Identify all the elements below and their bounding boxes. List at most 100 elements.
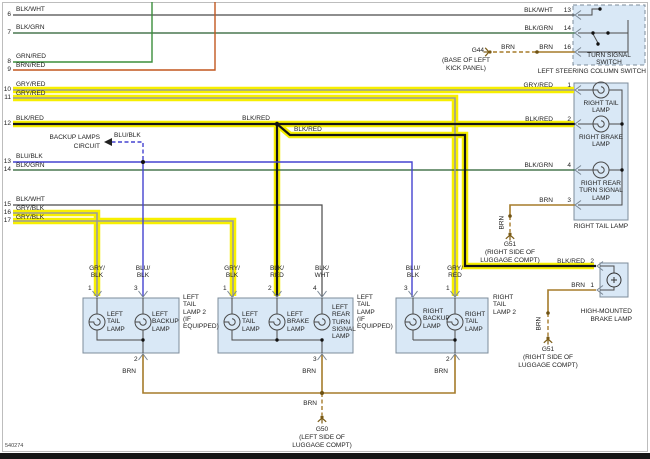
wire-12-number: 12 <box>3 120 11 127</box>
wire-17-number: 17 <box>3 217 11 224</box>
ltl2-pin3-label: BLU/ BLK <box>135 265 151 280</box>
ltl-bulb2-label: LEFT BRAKE LAMP <box>287 311 310 333</box>
rtl2-pin1-label: GRY/ RED <box>447 265 463 280</box>
wire-14-label: BLK/GRN <box>16 162 45 169</box>
rtl-bulb1-label: RIGHT TAIL LAMP <box>583 100 619 115</box>
backup-circuit-arrow-icon <box>104 138 112 146</box>
rtl2-bulb1-label: RIGHT BACKUP LAMP <box>423 308 450 330</box>
rtl-bulb2-label: RIGHT BRAKE LAMP <box>579 134 623 149</box>
wire-8-number: 8 <box>7 58 11 65</box>
g44-name: G44 <box>471 47 484 54</box>
g50-location-line2: LUGGAGE COMPT) <box>292 442 352 449</box>
g51-lower-wire-label: BRN <box>535 316 543 331</box>
diagram-number: 540274 <box>5 443 24 449</box>
rtl-pin2-number: 2 <box>567 116 571 123</box>
wire-16-label: GRY/BLK <box>16 205 45 212</box>
wire-13-label: BLU/BLK <box>16 153 43 160</box>
wire-12-label: BLK/RED <box>16 115 44 122</box>
rtl-pin4-label: BLK/GRN <box>524 162 553 169</box>
wire-9-number: 9 <box>7 66 11 73</box>
tss-pin16-label: BRN <box>539 44 553 51</box>
wire-15-label: BLK/WHT <box>16 196 45 203</box>
tss-subtitle: LEFT STEERING COLUMN SWITCH <box>537 68 646 75</box>
ltl2-pin1-label: GRY/ BLK <box>89 265 105 280</box>
rtl-pin1-label: GRY/RED <box>523 82 554 89</box>
tss-pin14-label: BLK/GRN <box>524 25 553 32</box>
backup-lamps-note-line1: BACKUP LAMPS <box>49 134 100 141</box>
rtl2-bulb2-label: RIGHT TAIL LAMP <box>465 311 486 333</box>
g51-lower-ground-icon <box>543 335 553 346</box>
wire-14-number: 14 <box>3 166 11 173</box>
rtl-pin2-label: BLK/RED <box>525 116 553 123</box>
wire-11-number: 11 <box>4 94 11 101</box>
rtl2-pin1-number: 1 <box>446 285 450 292</box>
ltl2-pin1-number: 1 <box>88 285 92 292</box>
hmbl-name-line2: BRAKE LAMP <box>590 316 632 323</box>
ltl2-bottom-wire-label: BRN <box>122 368 136 375</box>
wire-9-label: BRN/RED <box>16 62 46 69</box>
blk-red-branch-label: BLK/RED <box>294 126 322 133</box>
g50-location-line1: (LEFT SIDE OF <box>299 434 345 441</box>
wire-11-label: GRY/RED <box>16 90 46 97</box>
ltl-name: LEFT TAIL LAMP (IF EQUIPPED) <box>357 294 393 331</box>
wiring-diagram: BLK/WHT 6 BLK/GRN 7 GRN/RED 8 BRN/RED 9 … <box>0 0 650 459</box>
g51-lower-location-line2: LUGGAGE COMPT) <box>518 362 578 369</box>
wire-17-label: GRY/BLK <box>16 214 45 221</box>
rtl-bulb3-label: RIGHT REAR TURN SIGNAL LAMP <box>579 180 623 202</box>
g44-ground-icon <box>482 47 493 57</box>
ltl-pin1-label: GRY/ BLK <box>224 265 240 280</box>
ltl2-pin3-number: 3 <box>134 285 138 292</box>
tss-pin13-label: BLK/WHT <box>524 7 553 14</box>
wire-13-number: 13 <box>3 158 11 165</box>
wire-6-label: BLK/WHT <box>16 6 45 13</box>
g44-location-line1: (BASE OF LEFT <box>441 57 491 64</box>
hmbl-pin2-label: BLK/RED <box>557 258 585 265</box>
tss-pin14-number: 14 <box>563 25 571 32</box>
g51-lower-name: G51 <box>541 346 555 353</box>
ltl-pin2-label: BLK/ RED <box>269 265 285 280</box>
ltl2-bulb1-label: LEFT TAIL LAMP <box>107 311 125 333</box>
rtl-pin1-number: 1 <box>567 82 571 89</box>
ltl2-bulb2-label: LEFT BACKUP LAMP <box>152 311 179 333</box>
wire-15-number: 15 <box>3 201 11 208</box>
tss-title-line2: SWITCH <box>596 59 622 66</box>
tss-pin13-number: 13 <box>563 7 571 14</box>
g44-wire-label: BRN <box>501 44 515 51</box>
tss-pin16-number: 16 <box>563 44 571 51</box>
ltl-bottom-pin-number: 3 <box>313 356 317 363</box>
rtl2-pin3-label: BLU/ BLK <box>405 265 421 280</box>
rtl2-bottom-pin-number: 2 <box>446 356 450 363</box>
ltl-bulb3-label: LEFT REAR TURN SIGNAL LAMP <box>332 304 356 341</box>
rtl2-bottom-wire-label: BRN <box>434 368 448 375</box>
ltl-bottom-wire-label: BRN <box>302 368 316 375</box>
hmbl-pin1-label: BRN <box>571 282 585 289</box>
ltl-pin4-label: BLK/ WHT <box>314 265 330 280</box>
ltl2-name: LEFT TAIL LAMP 2 (IF EQUIPPED) <box>183 294 219 331</box>
ltl2-bottom-pin-number: 2 <box>134 356 138 363</box>
rtl-pin4-number: 4 <box>567 162 571 169</box>
blk-red-junction-label: BLK/RED <box>242 115 270 122</box>
g51-upper-location-line1: (RIGHT SIDE OF <box>484 249 536 256</box>
g51-upper-ground-icon <box>505 231 515 242</box>
ltl-pin1-number: 1 <box>223 285 227 292</box>
wire-10-label: GRY/RED <box>16 81 46 88</box>
wire-10-number: 10 <box>3 86 11 93</box>
ltl-bulb1-label: LEFT TAIL LAMP <box>242 311 260 333</box>
g50-name: G50 <box>315 426 329 433</box>
g44-location-line2: KICK PANEL) <box>446 65 486 72</box>
wire-7-label: BLK/GRN <box>16 24 45 31</box>
ltl-pin2-number: 2 <box>268 285 272 292</box>
g50-ground-icon <box>317 414 327 425</box>
g51-upper-name: G51 <box>503 241 517 248</box>
hmbl-pin1-number: 1 <box>590 282 594 289</box>
hmbl-name-line1: HIGH-MOUNTED <box>580 308 632 315</box>
g51-lower-location-line1: (RIGHT SIDE OF <box>522 354 574 361</box>
backup-lamps-note-line2: CIRCUIT <box>73 143 100 150</box>
g51-upper-wire-label: BRN <box>498 215 506 230</box>
rtl-name: RIGHT TAIL LAMP <box>573 223 629 230</box>
wire-6-number: 6 <box>7 11 11 18</box>
rtl2-name: RIGHT TAIL LAMP 2 <box>493 294 517 316</box>
wire-7-number: 7 <box>7 29 11 36</box>
wire-8-label: GRN/RED <box>16 53 46 60</box>
rtl-pin3-label: BRN <box>539 197 553 204</box>
